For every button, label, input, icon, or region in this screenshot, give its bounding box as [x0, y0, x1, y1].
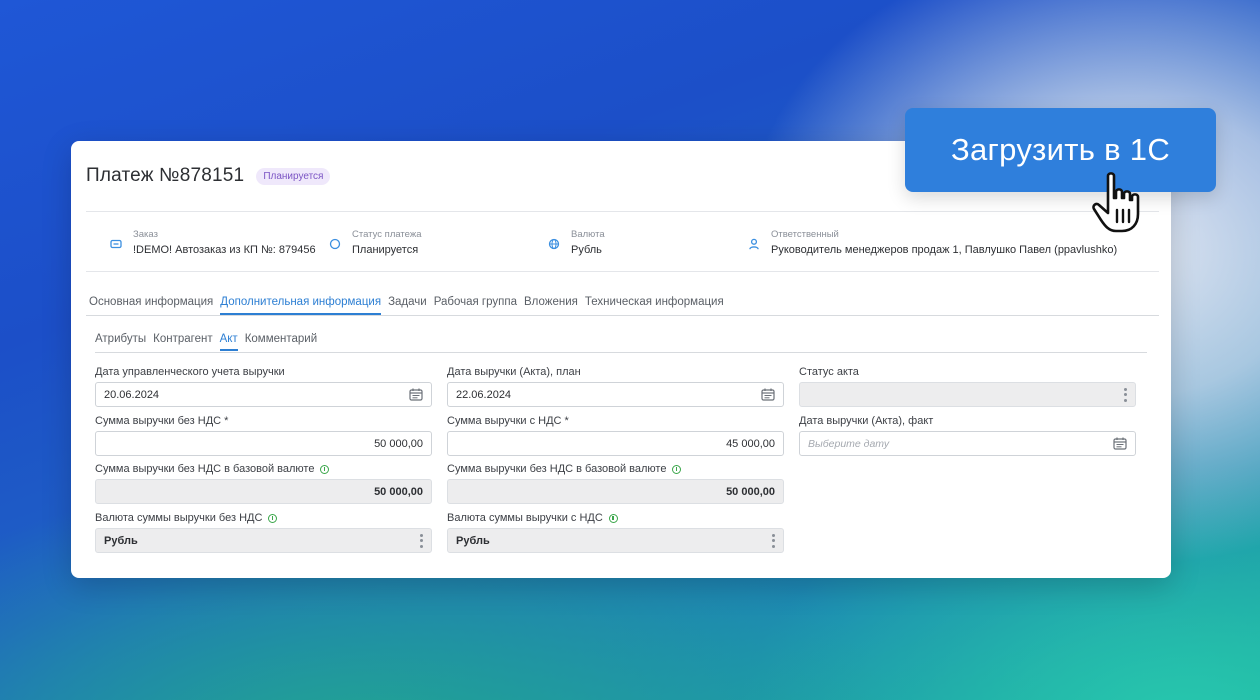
- field-mgmt-date: Дата управленческого учета выручки 20.06…: [95, 365, 432, 407]
- sum-with-vat-value: 45 000,00: [726, 437, 775, 450]
- calendar-icon[interactable]: [409, 388, 423, 401]
- upload-to-1c-button[interactable]: Загрузить в 1С: [905, 108, 1216, 192]
- currency-no-vat-value: Рубль: [104, 534, 138, 547]
- revenue-date-plan-value: 22.06.2024: [456, 388, 512, 401]
- title-row: Платеж №878151 Планируется: [86, 165, 331, 187]
- subtab-comment[interactable]: Комментарий: [245, 333, 317, 351]
- info-icon[interactable]: [320, 464, 330, 474]
- field-mgmt-date-label: Дата управленческого учета выручки: [95, 366, 285, 378]
- revenue-date-fact-input[interactable]: Выберите дату: [799, 431, 1136, 456]
- calendar-icon[interactable]: [761, 388, 775, 401]
- info-payment-status: Статус платежа Планируется: [328, 229, 422, 256]
- subtab-counterparty[interactable]: Контрагент: [153, 333, 212, 351]
- sum-no-vat-input[interactable]: 50 000,00: [95, 431, 432, 456]
- field-currency-no-vat-label: Валюта суммы выручки без НДС: [95, 512, 263, 524]
- info-payment-status-value: Планируется: [352, 244, 419, 256]
- field-revenue-date-fact: Дата выручки (Акта), факт Выберите дату: [799, 414, 1136, 456]
- field-sum-no-vat-base-2-label: Сумма выручки без НДС в базовой валюте: [447, 463, 667, 475]
- act-status-select[interactable]: [799, 382, 1136, 407]
- status-circle-icon: [329, 238, 341, 250]
- subtabs-underline: [95, 352, 1147, 353]
- info-responsible: Ответственный Руководитель менеджеров пр…: [747, 229, 1117, 256]
- info-responsible-value[interactable]: Руководитель менеджеров продаж 1, Павлуш…: [771, 244, 1117, 256]
- info-icon[interactable]: [672, 464, 682, 474]
- field-sum-no-vat-base-2: Сумма выручки без НДС в базовой валюте 5…: [447, 462, 784, 504]
- kebab-menu-icon[interactable]: [772, 533, 775, 548]
- info-icon[interactable]: [608, 513, 618, 523]
- tab-tasks[interactable]: Задачи: [388, 296, 427, 315]
- sum-no-vat-value: 50 000,00: [374, 437, 423, 450]
- calendar-icon[interactable]: [1113, 437, 1127, 450]
- currency-no-vat-select[interactable]: Рубль: [95, 528, 432, 553]
- tab-main-info[interactable]: Основная информация: [89, 296, 213, 315]
- tab-additional-info[interactable]: Дополнительная информация: [220, 296, 382, 315]
- tabs-underline: [86, 315, 1159, 316]
- info-order: Заказ !DEMO! Автозаказ из КП №: 879456: [109, 229, 316, 256]
- field-act-status-label: Статус акта: [799, 366, 859, 378]
- sum-no-vat-base-1-value: 50 000,00: [374, 485, 423, 498]
- revenue-date-fact-placeholder: Выберите дату: [808, 437, 890, 450]
- info-responsible-label: Ответственный: [771, 229, 839, 240]
- mgmt-date-input[interactable]: 20.06.2024: [95, 382, 432, 407]
- status-badge: Планируется: [256, 167, 331, 185]
- info-order-value[interactable]: !DEMO! Автозаказ из КП №: 879456: [133, 244, 316, 256]
- mgmt-date-value: 20.06.2024: [104, 388, 160, 401]
- kebab-menu-icon[interactable]: [1124, 387, 1127, 402]
- field-revenue-date-fact-label: Дата выручки (Акта), факт: [799, 415, 934, 427]
- revenue-date-plan-input[interactable]: 22.06.2024: [447, 382, 784, 407]
- field-sum-no-vat-base-1: Сумма выручки без НДС в базовой валюте 5…: [95, 462, 432, 504]
- field-sum-no-vat-label: Сумма выручки без НДС *: [95, 415, 229, 427]
- tab-workgroup[interactable]: Рабочая группа: [434, 296, 517, 315]
- sum-no-vat-base-2-value: 50 000,00: [726, 485, 775, 498]
- tab-tech-info[interactable]: Техническая информация: [585, 296, 724, 315]
- sum-no-vat-base-2-input: 50 000,00: [447, 479, 784, 504]
- info-payment-status-label: Статус платежа: [352, 229, 422, 240]
- field-currency-no-vat: Валюта суммы выручки без НДС Рубль: [95, 511, 432, 553]
- sub-tabs: Атрибуты Контрагент Акт Комментарий: [95, 333, 324, 351]
- field-sum-no-vat-base-1-label: Сумма выручки без НДС в базовой валюте: [95, 463, 315, 475]
- info-order-label: Заказ: [133, 229, 158, 240]
- page-title: Платеж №878151: [86, 165, 245, 186]
- sum-no-vat-base-1-input: 50 000,00: [95, 479, 432, 504]
- info-currency: Валюта Рубль: [547, 229, 605, 256]
- info-icon[interactable]: [268, 513, 278, 523]
- tab-attachments[interactable]: Вложения: [524, 296, 578, 315]
- subtab-attributes[interactable]: Атрибуты: [95, 333, 146, 351]
- pointer-hand-icon: [1092, 172, 1140, 233]
- info-currency-value: Рубль: [571, 244, 602, 256]
- currency-with-vat-value: Рубль: [456, 534, 490, 547]
- field-sum-with-vat: Сумма выручки с НДС * 45 000,00: [447, 414, 784, 456]
- divider: [86, 211, 1159, 212]
- field-sum-no-vat: Сумма выручки без НДС * 50 000,00: [95, 414, 432, 456]
- field-revenue-date-plan-label: Дата выручки (Акта), план: [447, 366, 581, 378]
- subtab-act[interactable]: Акт: [219, 333, 238, 351]
- order-icon: [110, 239, 122, 249]
- field-sum-with-vat-label: Сумма выручки с НДС *: [447, 415, 569, 427]
- divider: [86, 271, 1159, 272]
- field-act-status: Статус акта: [799, 365, 1136, 407]
- field-revenue-date-plan: Дата выручки (Акта), план 22.06.2024: [447, 365, 784, 407]
- globe-icon: [548, 238, 560, 250]
- currency-with-vat-select[interactable]: Рубль: [447, 528, 784, 553]
- field-currency-with-vat: Валюта суммы выручки с НДС Рубль: [447, 511, 784, 553]
- kebab-menu-icon[interactable]: [420, 533, 423, 548]
- info-currency-label: Валюта: [571, 229, 605, 240]
- sum-with-vat-input[interactable]: 45 000,00: [447, 431, 784, 456]
- field-currency-with-vat-label: Валюта суммы выручки с НДС: [447, 512, 603, 524]
- payment-card: Платеж №878151 Планируется Заказ !DEMO! …: [71, 141, 1171, 578]
- main-tabs: Основная информация Дополнительная инфор…: [89, 296, 731, 315]
- user-icon: [749, 238, 759, 250]
